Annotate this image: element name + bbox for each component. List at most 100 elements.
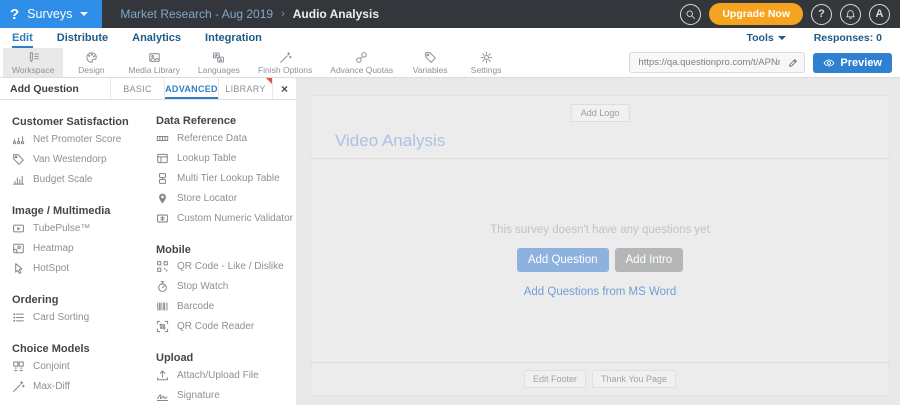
question-type-qr-code-reader[interactable]: QR Code Reader (156, 317, 296, 337)
upgrade-now-button[interactable]: Upgrade Now (709, 3, 803, 25)
question-type-barcode[interactable]: Barcode (156, 297, 296, 317)
preview-button[interactable]: Preview (813, 52, 892, 73)
question-type-multi-tier-lookup-table[interactable]: Multi Tier Lookup Table (156, 169, 296, 189)
product-name: Surveys (27, 7, 73, 21)
question-type-label: Card Sorting (33, 311, 90, 323)
section-heading-customer-satisfaction: Customer Satisfaction (12, 115, 129, 128)
responses-count[interactable]: Responses: 0 (814, 32, 882, 44)
empty-state: This survey doesn't have any questions y… (311, 159, 889, 362)
question-type-attach-upload-file[interactable]: Attach/Upload File (156, 365, 296, 385)
section-heading-ordering: Ordering (12, 293, 59, 306)
question-type-label: HotSpot (33, 262, 70, 274)
tools-menu-button[interactable]: Tools (746, 32, 786, 44)
question-type-conjoint[interactable]: Conjoint (12, 356, 154, 376)
question-type-label: TubePulse™ (33, 222, 91, 234)
qr-code-icon (156, 260, 169, 273)
question-type-label: Multi Tier Lookup Table (177, 173, 280, 184)
question-types-column-1: Customer Satisfaction Net Promoter Score V… (12, 100, 154, 405)
qr-reader-icon (156, 320, 169, 333)
toolbar-item-design[interactable]: Design (63, 48, 119, 77)
add-question-button[interactable]: Add Question (516, 247, 609, 272)
table-icon (156, 152, 169, 165)
workspace-icon (27, 51, 40, 64)
empty-state-buttons: Add Question Add Intro (516, 247, 684, 272)
question-type-label: Attach/Upload File (177, 369, 259, 381)
avatar[interactable]: A (869, 3, 890, 25)
question-type-net-promoter-score[interactable]: Net Promoter Score (12, 129, 154, 149)
content: Add Question BASIC ADVANCED LIBRARY × Cu… (0, 78, 900, 405)
question-type-label: Reference Data (177, 133, 248, 145)
question-type-lookup-table[interactable]: Lookup Table (156, 149, 296, 169)
barcode-icon (156, 300, 169, 313)
upload-icon (156, 369, 169, 382)
top-bar: ? Surveys Market Research - Aug 2019 › A… (0, 0, 900, 28)
toolbar-item-media-library[interactable]: Media Library (119, 48, 189, 77)
surveys-product-switcher[interactable]: ? Surveys (0, 0, 103, 28)
list-icon (12, 311, 25, 324)
question-type-label: Max-Diff (33, 380, 71, 392)
tab-advanced[interactable]: ADVANCED (164, 78, 218, 99)
toolbar-item-settings[interactable]: Settings (458, 48, 514, 77)
question-type-card-sorting[interactable]: Card Sorting (12, 307, 154, 327)
price-tag-icon (12, 153, 25, 166)
toolbar-item-languages[interactable]: Languages (189, 48, 249, 77)
toolbar-item-advance-quotas[interactable]: Advance Quotas (321, 48, 402, 77)
add-questions-from-ms-word-link[interactable]: Add Questions from MS Word (524, 286, 677, 298)
question-type-custom-numeric-validator[interactable]: Custom Numeric Validator (156, 208, 296, 228)
section-heading-image-multimedia: Image / Multimedia (12, 204, 111, 217)
section-heading-choice-models: Choice Models (12, 342, 90, 355)
question-type-budget-scale[interactable]: Budget Scale (12, 169, 154, 189)
editor-toolbar: Workspace Design Media Library Languages Fin… (0, 48, 900, 78)
thank-you-page-button[interactable]: Thank You Page (591, 370, 677, 388)
menu-item-distribute[interactable]: Distribute (57, 28, 108, 48)
question-type-heatmap[interactable]: Heatmap (12, 238, 154, 258)
quota-links-icon (355, 51, 368, 64)
menu-item-edit[interactable]: Edit (12, 28, 33, 48)
question-type-store-locator[interactable]: Store Locator (156, 188, 296, 208)
question-type-tubepulse[interactable]: TubePulse™ (12, 218, 154, 238)
menu-bar-right: Tools Responses: 0 (746, 32, 888, 44)
survey-url-input[interactable] (630, 57, 783, 68)
edit-url-button[interactable] (782, 53, 804, 72)
question-type-signature[interactable]: Signature (156, 385, 296, 405)
menu-item-analytics[interactable]: Analytics (132, 28, 181, 48)
add-intro-button[interactable]: Add Intro (614, 247, 684, 272)
survey-title[interactable]: Video Analysis (335, 131, 445, 151)
tools-label: Tools (746, 32, 774, 44)
tab-basic[interactable]: BASIC (110, 78, 164, 99)
section-heading-mobile: Mobile (156, 243, 191, 256)
toolbar-item-finish-options[interactable]: Finish Options (249, 48, 321, 77)
question-type-label: QR Code - Like / Dislike (177, 261, 284, 273)
chevron-down-icon (777, 36, 786, 40)
toolbar-item-label: Workspace (12, 64, 55, 75)
help-button[interactable]: ? (811, 3, 832, 25)
breadcrumb-separator-icon: › (281, 8, 285, 20)
toolbar-item-workspace[interactable]: Workspace (3, 48, 64, 77)
edit-footer-button[interactable]: Edit Footer (523, 370, 586, 388)
add-logo-button[interactable]: Add Logo (570, 104, 630, 122)
toolbar-item-variables[interactable]: Variables (402, 48, 458, 77)
languages-icon (212, 51, 225, 64)
toolbar-item-label: Design (78, 64, 105, 75)
toolbar-items: Workspace Design Media Library Languages Fin… (3, 48, 514, 77)
question-type-reference-data[interactable]: Reference Data (156, 129, 296, 149)
signature-icon (156, 389, 169, 402)
breadcrumb: Market Research - Aug 2019 › Audio Analy… (120, 7, 379, 21)
breadcrumb-folder-link[interactable]: Market Research - Aug 2019 (120, 7, 273, 21)
close-panel-button[interactable]: × (272, 78, 296, 99)
notifications-button[interactable] (840, 3, 861, 25)
panel-header: Add Question BASIC ADVANCED LIBRARY × (0, 78, 296, 100)
toolbar-right: Preview (629, 48, 900, 77)
question-type-qr-code-like-dislike[interactable]: QR Code - Like / Dislike (156, 257, 296, 277)
question-type-stop-watch[interactable]: Stop Watch (156, 277, 296, 297)
add-question-panel: Add Question BASIC ADVANCED LIBRARY × Cu… (0, 78, 296, 405)
question-type-max-diff[interactable]: Max-Diff (12, 376, 154, 396)
survey-canvas: Add Logo Video Analysis This survey does… (296, 78, 900, 405)
search-button[interactable] (680, 3, 702, 25)
data-cells-icon (156, 132, 169, 145)
question-type-hotspot[interactable]: HotSpot (12, 258, 154, 278)
menu-item-integration[interactable]: Integration (205, 28, 262, 48)
gear-icon (480, 51, 493, 64)
question-type-van-westendorp[interactable]: Van Westendorp (12, 149, 154, 169)
tab-library[interactable]: LIBRARY (218, 78, 272, 99)
